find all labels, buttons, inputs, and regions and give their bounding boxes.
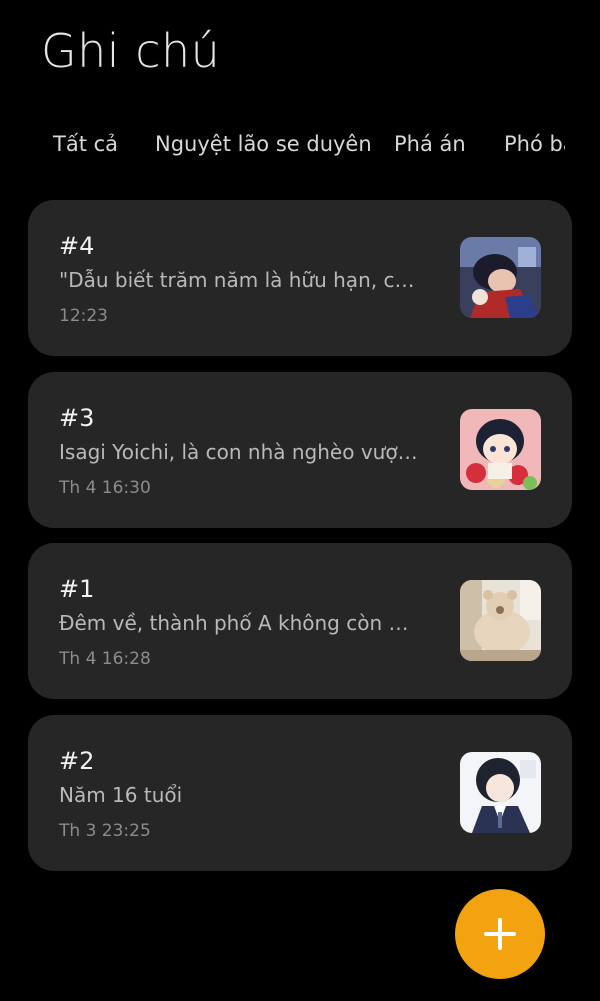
note-preview: Isagi Yoichi, là con nhà nghèo vượt ... bbox=[59, 440, 419, 464]
chibi-boy-strawberry-thumbnail bbox=[460, 409, 541, 490]
teddy-bear-chair-thumbnail bbox=[460, 580, 541, 661]
note-card[interactable]: #1 Đêm về, thành phố A không còn vẻ ... … bbox=[28, 543, 572, 699]
category-tabs: Tất cả Nguyệt lão se duyên Phá án Phó bả… bbox=[0, 132, 565, 168]
note-timestamp: Th 4 16:30 bbox=[59, 478, 151, 498]
tab-all[interactable]: Tất cả bbox=[53, 132, 118, 156]
note-title: #4 bbox=[59, 232, 95, 260]
note-title: #1 bbox=[59, 575, 95, 603]
note-card[interactable]: #4 "Dẫu biết trăm năm là hữu hạn, cớ s..… bbox=[28, 200, 572, 356]
anime-boy-red-thumbnail bbox=[460, 237, 541, 318]
tab-pha-an[interactable]: Phá án bbox=[394, 132, 466, 156]
tab-nguyet-lao-se-duyen[interactable]: Nguyệt lão se duyên bbox=[155, 132, 372, 156]
anime-boy-uniform-thumbnail bbox=[460, 752, 541, 833]
note-title: #2 bbox=[59, 747, 95, 775]
tab-pho-ban[interactable]: Phó bản bbox=[504, 132, 565, 156]
note-card[interactable]: #2 Năm 16 tuổi Th 3 23:25 bbox=[28, 715, 572, 871]
note-title: #3 bbox=[59, 404, 95, 432]
note-preview: Năm 16 tuổi bbox=[59, 783, 183, 807]
page-title: Ghi chú bbox=[41, 24, 221, 78]
note-timestamp: 12:23 bbox=[59, 306, 108, 326]
add-note-button[interactable] bbox=[455, 889, 545, 979]
note-timestamp: Th 4 16:28 bbox=[59, 649, 151, 669]
note-preview: "Dẫu biết trăm năm là hữu hạn, cớ s... bbox=[59, 268, 419, 292]
note-preview: Đêm về, thành phố A không còn vẻ ... bbox=[59, 611, 419, 635]
note-timestamp: Th 3 23:25 bbox=[59, 821, 151, 841]
note-card[interactable]: #3 Isagi Yoichi, là con nhà nghèo vượt .… bbox=[28, 372, 572, 528]
plus-icon bbox=[484, 918, 516, 950]
